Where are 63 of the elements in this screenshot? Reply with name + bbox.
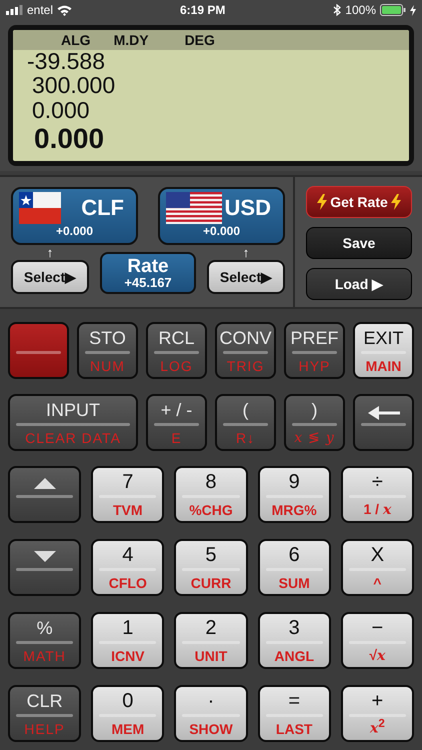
calculator-key[interactable]: X ^ (340, 539, 414, 596)
calculator-key[interactable]: 3 ANGL (258, 612, 331, 669)
display-value: 0.000 (34, 123, 106, 155)
up-triangle-icon (34, 478, 56, 489)
battery-icon (380, 4, 406, 16)
rate-button[interactable]: Rate +45.167 (100, 252, 196, 294)
calculator-key[interactable]: ( R↓ (215, 394, 276, 451)
lightning-icon (317, 194, 328, 210)
battery-percent: 100% (345, 3, 376, 17)
calculator-key[interactable]: + / - E (146, 394, 207, 451)
mode-indicator: DEG (184, 32, 215, 49)
mode-indicator: ALG (61, 32, 91, 49)
calculator-key[interactable]: 8 %CHG (174, 466, 248, 523)
mode-indicator: M.DY (114, 32, 149, 49)
action-button[interactable]: Save (306, 227, 412, 259)
lightning-icon (390, 194, 401, 210)
calculator-key[interactable]: CONV TRIG (215, 322, 276, 379)
select-button[interactable]: Select▶ (11, 260, 89, 294)
flag-icon (166, 192, 222, 224)
calculator-key[interactable]: % MATH (8, 612, 82, 669)
display-value: 0.000 (32, 98, 91, 123)
calculator-key[interactable]: 9 MRG% (258, 466, 331, 523)
action-button[interactable]: Load ▶ (306, 268, 412, 300)
display-value: 300.000 (32, 73, 116, 98)
calculator-key[interactable]: RCL LOG (146, 322, 207, 379)
calculator-key[interactable]: 1 ICNV (91, 612, 164, 669)
flag-icon (19, 192, 61, 224)
currency-button[interactable]: USD +0.000 (158, 187, 285, 245)
get-rate-button[interactable]: Get Rate (306, 186, 412, 218)
calculator-key[interactable]: STO NUM (77, 322, 138, 379)
wifi-icon (57, 4, 72, 16)
calculator-key[interactable]: · SHOW (174, 685, 248, 742)
carrier-name: entel (27, 3, 54, 17)
blank-key[interactable] (8, 322, 69, 379)
select-button[interactable]: Select▶ (207, 260, 285, 294)
calculator-key[interactable]: PREF HYP (284, 322, 345, 379)
calculator-key[interactable]: 6 SUM (258, 539, 331, 596)
arrow-glyph: ↑ (242, 246, 250, 260)
calculator-key[interactable]: 7 TVM (91, 466, 164, 523)
arrow-key[interactable] (353, 394, 414, 451)
left-arrow-icon (368, 406, 400, 420)
calculator-key[interactable]: 5 CURR (174, 539, 248, 596)
calculator-key[interactable]: 2 UNIT (174, 612, 248, 669)
arrow-glyph: ↑ (46, 246, 54, 260)
calculator-key[interactable]: CLR HELP (8, 685, 82, 742)
calculator-key[interactable]: ÷ 1 / x (340, 466, 414, 523)
calculator-key[interactable]: 4 CFLO (91, 539, 164, 596)
calculator-key[interactable]: EXIT MAIN (353, 322, 414, 379)
calculator-key[interactable]: + x$^{2}$ (340, 685, 414, 742)
display-value: -39.588 (27, 50, 106, 73)
down-triangle-icon (34, 551, 56, 562)
calculator-key[interactable]: ) x ≶ y (284, 394, 345, 451)
arrow-key[interactable] (8, 466, 82, 523)
clock: 6:19 PM (180, 3, 226, 17)
calculator-key[interactable]: INPUT CLEAR DATA (8, 394, 138, 451)
currency-button[interactable]: CLF +0.000 (11, 187, 138, 245)
charging-icon (410, 4, 416, 16)
arrow-key[interactable] (8, 539, 82, 596)
calculator-key[interactable]: − √x (340, 612, 414, 669)
calculator-key[interactable]: 0 MEM (91, 685, 164, 742)
signal-icon (6, 5, 23, 15)
bluetooth-icon (333, 4, 342, 16)
calculator-key[interactable]: = LAST (258, 685, 331, 742)
